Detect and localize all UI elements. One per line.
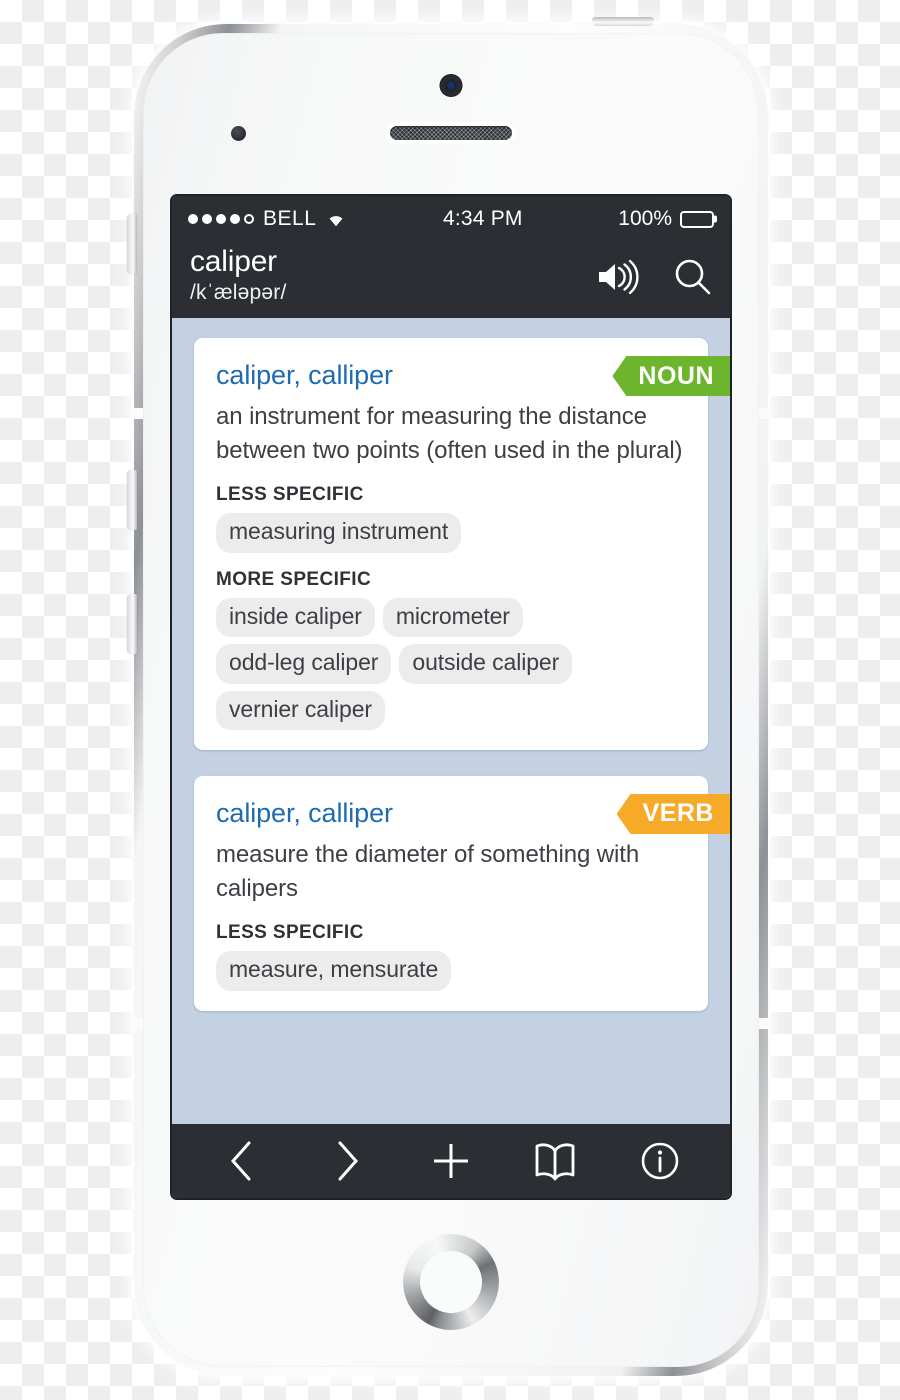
wifi-icon [325,211,347,227]
definition-card[interactable]: caliper, calliper VERB measure the diame… [194,775,730,1011]
status-bar-right: 100% [618,207,714,231]
relation-chip[interactable]: measuring instrument [216,513,462,553]
power-button[interactable] [592,17,654,26]
antenna-break-line [131,408,143,419]
relation-chip[interactable]: outside caliper [399,644,573,684]
definitions-scroll-area[interactable]: caliper, calliper NOUN an instrument for… [172,318,730,1124]
page-title: caliper [190,245,277,278]
volume-down-button[interactable] [127,594,137,654]
smartphone-device: BELL 4:34 PM 100% caliper /kˈæləpər/ cal… [127,17,774,1382]
part-of-speech-badge: VERB [616,793,730,834]
entry-headword[interactable]: caliper, calliper [216,798,393,828]
home-button[interactable] [403,1234,499,1330]
entry-headword[interactable]: caliper, calliper [216,360,393,390]
phone-screen: BELL 4:34 PM 100% caliper /kˈæləpər/ cal… [172,196,730,1198]
battery-percent-label: 100% [618,207,672,230]
bottom-toolbar [172,1124,730,1198]
front-camera-icon [439,74,463,97]
relation-chip-group: inside caliper micrometer odd-leg calipe… [216,597,686,730]
relation-label: MORE SPECIFIC [216,568,372,590]
relation-chip[interactable]: inside caliper [216,597,375,638]
mute-switch[interactable] [127,214,137,274]
relation-label: LESS SPECIFIC [216,922,364,944]
card-header: caliper, calliper NOUN [216,356,730,397]
chevron-left-icon [231,1141,251,1181]
nav-title-group: caliper /kˈæləpər/ [190,244,287,306]
antenna-break-line [131,1018,143,1029]
relation-chip[interactable]: odd-leg caliper [216,644,392,684]
plus-icon [433,1144,468,1178]
forward-button[interactable] [318,1132,376,1190]
definition-card[interactable]: caliper, calliper NOUN an instrument for… [194,338,730,750]
antenna-break-line [759,1018,771,1029]
book-icon [535,1143,575,1181]
definition-text: an instrument for measuring the distance… [216,403,683,465]
chevron-right-icon [338,1141,358,1181]
relation-chip-group: measuring instrument [216,513,686,553]
card-header: caliper, calliper VERB [216,793,730,834]
clock-label: 4:34 PM [443,207,523,230]
back-button[interactable] [213,1132,271,1190]
add-button[interactable] [422,1132,480,1190]
carrier-label: BELL [263,207,317,230]
part-of-speech-badge: NOUN [612,356,730,397]
relation-chip[interactable]: micrometer [382,597,523,638]
status-bar-left: BELL [188,207,347,231]
phonetic-transcription: /kˈæləpər/ [190,280,287,304]
info-icon [641,1142,679,1180]
relation-chip[interactable]: measure, mensurate [216,951,452,991]
info-button[interactable] [631,1132,689,1190]
relation-label: LESS SPECIFIC [216,484,364,506]
relation-chip-group: measure, mensurate [216,951,686,991]
nav-actions [596,244,712,296]
volume-up-button[interactable] [127,470,137,530]
navigation-bar: caliper /kˈæləpər/ [172,242,730,319]
status-bar: BELL 4:34 PM 100% [172,196,730,242]
definition-text: measure the diameter of something with c… [216,840,640,903]
home-button-ring [403,1234,499,1330]
antenna-break-line [759,408,771,419]
proximity-sensor-icon [231,126,246,141]
battery-icon [680,210,714,228]
speaker-icon[interactable] [596,260,640,294]
earpiece-speaker-icon [390,126,512,140]
bookmarks-button[interactable] [526,1132,584,1190]
search-icon[interactable] [674,258,712,296]
signal-strength-icon [188,214,254,224]
relation-chip[interactable]: vernier caliper [216,690,385,730]
